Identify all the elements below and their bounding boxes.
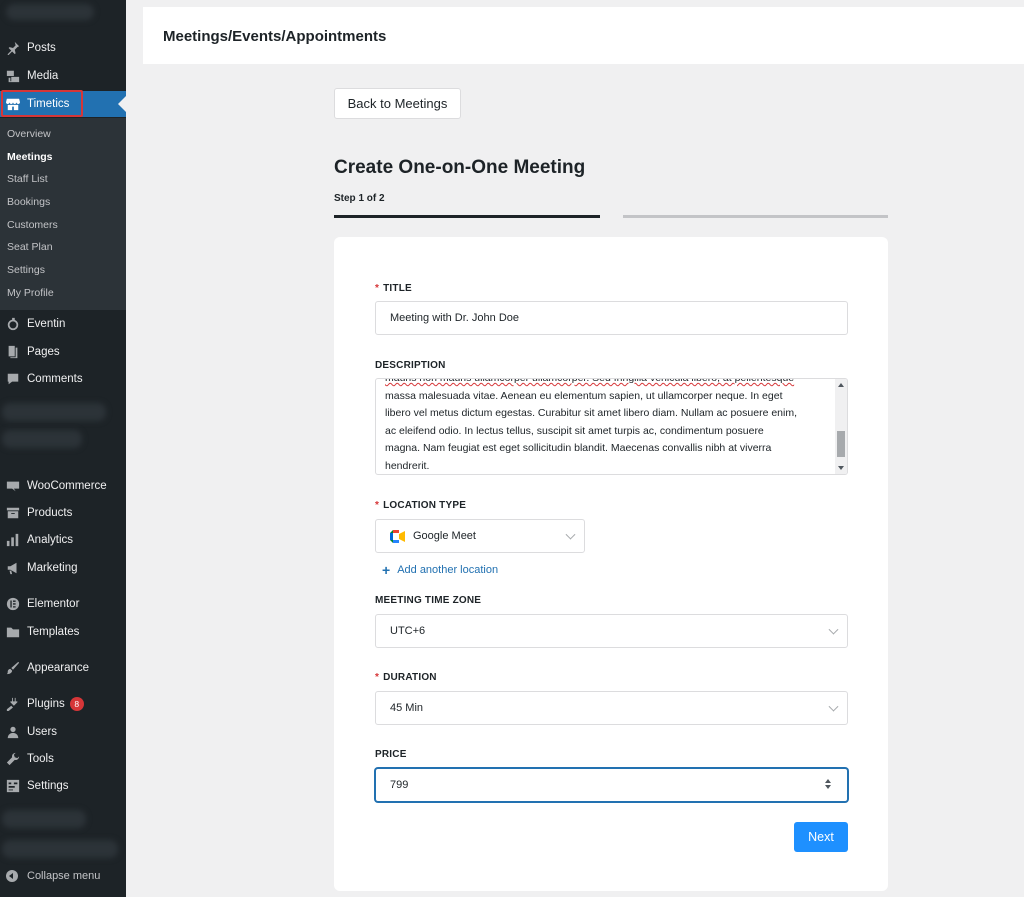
submenu-staff-list[interactable]: Staff List [7,173,48,185]
submenu-my-profile[interactable]: My Profile [7,287,54,299]
duration-select[interactable]: 45 Min [375,691,848,725]
timezone-select[interactable]: UTC+6 [375,614,848,648]
plugin-icon [6,697,20,711]
duration-label: * DURATION [375,672,437,683]
blurred-item [2,840,118,858]
header-title: Meetings/Events/Appointments [163,28,387,45]
page-title: Create One-on-One Meeting [334,157,586,178]
menu-woocommerce[interactable]: WooCommerce [0,473,126,499]
blurred-item [2,810,86,828]
title-input[interactable]: Meeting with Dr. John Doe [375,301,848,335]
submenu-overview[interactable]: Overview [7,128,51,140]
page-header: Meetings/Events/Appointments [143,7,1024,64]
highlight-box [1,90,83,117]
menu-analytics[interactable]: Analytics [0,527,126,553]
blurred-item [6,4,94,20]
increment-icon[interactable] [825,779,831,783]
comments-icon [6,372,20,386]
analytics-icon [6,533,20,547]
description-textarea[interactable]: mauris non mauris ullamcorper ullamcorpe… [375,378,848,475]
description-label: DESCRIPTION [375,360,446,371]
plus-icon: + [382,562,391,578]
price-input[interactable]: 799 [375,768,848,802]
menu-templates[interactable]: Templates [0,619,126,645]
collapse-menu-button[interactable]: Collapse menu [6,870,100,882]
blurred-item [2,430,82,448]
settings-icon [6,779,20,793]
media-icon [6,69,20,83]
scroll-up-icon[interactable] [838,383,844,387]
timezone-label: MEETING TIME ZONE [375,595,482,606]
chevron-down-icon [828,624,839,635]
menu-posts[interactable]: Posts [0,35,126,61]
megaphone-icon [6,561,20,575]
submenu-seat-plan[interactable]: Seat Plan [7,241,53,253]
menu-media[interactable]: Media [0,63,126,89]
google-meet-icon [390,529,405,543]
eventin-icon [6,317,20,331]
back-to-meetings-button[interactable]: Back to Meetings [334,88,461,119]
collapse-arrow-icon [6,870,18,882]
submenu-meetings[interactable]: Meetings [7,151,53,163]
price-label: PRICE [375,749,407,760]
menu-marketing[interactable]: Marketing [0,555,126,581]
submenu-settings[interactable]: Settings [7,264,45,276]
elementor-icon [6,597,20,611]
location-type-select[interactable]: Google Meet [375,519,585,553]
menu-tools[interactable]: Tools [0,746,126,772]
chevron-down-icon [828,701,839,712]
brush-icon [6,661,20,675]
admin-sidebar: Posts Media Timetics Overview Meetings S… [0,0,126,897]
products-icon [6,506,20,520]
scroll-thumb[interactable] [837,431,845,457]
description-scrollbar[interactable] [835,379,847,474]
decrement-icon[interactable] [825,785,831,789]
chevron-down-icon [565,529,576,540]
description-text: mauris non mauris ullamcorper ullamcorpe… [385,378,798,472]
scroll-down-icon[interactable] [838,466,844,470]
menu-elementor[interactable]: Elementor [0,591,126,617]
menu-appearance[interactable]: Appearance [0,655,126,681]
timetics-submenu: Overview Meetings Staff List Bookings Cu… [0,118,126,310]
number-stepper[interactable] [825,779,831,789]
menu-products[interactable]: Products [0,500,126,526]
next-button[interactable]: Next [794,822,848,852]
folder-icon [6,625,20,639]
users-icon [6,725,20,739]
plugin-update-badge: 8 [69,697,84,711]
active-arrow [118,96,126,112]
blurred-item [2,403,106,421]
pin-icon [6,41,20,55]
step-progress-inactive [623,215,888,218]
menu-comments[interactable]: Comments [0,366,126,392]
title-label: * TITLE [375,283,412,294]
menu-settings[interactable]: Settings [0,773,126,799]
pages-icon [6,345,20,359]
step-indicator: Step 1 of 2 [334,193,385,204]
menu-eventin[interactable]: Eventin [0,311,126,337]
add-location-link[interactable]: + Add another location [382,562,498,578]
location-type-label: * LOCATION TYPE [375,500,467,511]
submenu-bookings[interactable]: Bookings [7,196,50,208]
menu-plugins[interactable]: Plugins 8 [0,691,126,717]
menu-pages[interactable]: Pages [0,339,126,365]
menu-users[interactable]: Users [0,719,126,745]
step-progress-active [334,215,600,218]
wrench-icon [6,752,20,766]
woocommerce-icon [6,479,20,493]
submenu-customers[interactable]: Customers [7,219,58,231]
